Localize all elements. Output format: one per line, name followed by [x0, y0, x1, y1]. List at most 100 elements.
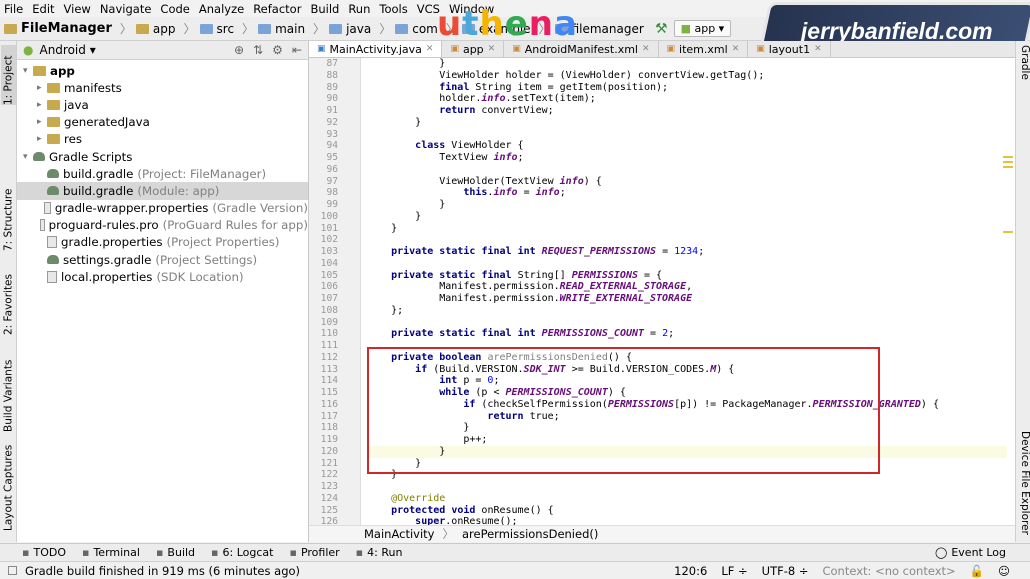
lock-icon[interactable]: 🔓 — [970, 564, 984, 578]
tool-tab-2-favorites[interactable]: 2: Favorites — [1, 263, 16, 335]
tool-window-4-run[interactable]: ▪ 4: Run — [356, 546, 403, 559]
code-line[interactable]: holder.info.setText(item); — [367, 93, 1007, 105]
tool-window-profiler[interactable]: ▪ Profiler — [289, 546, 339, 559]
menu-item-run[interactable]: Run — [348, 2, 370, 16]
file-encoding[interactable]: UTF-8 ÷ — [762, 564, 809, 578]
tree-item[interactable]: proguard-rules.pro (ProGuard Rules for ap… — [17, 217, 308, 234]
code-line[interactable] — [367, 317, 1007, 329]
tool-tab-gradle[interactable]: Gradle — [1017, 45, 1030, 95]
close-icon[interactable]: ✕ — [642, 44, 650, 54]
code-line[interactable]: private static final String[] PERMISSION… — [367, 270, 1007, 282]
chevron-right-icon[interactable]: ▸ — [37, 83, 47, 93]
code-line[interactable] — [367, 129, 1007, 141]
editor-tab[interactable]: ▣ layout1 ✕ — [748, 41, 831, 57]
tree-item[interactable]: ▸ res — [17, 131, 308, 148]
breadcrumb-item[interactable]: 〉 com — [375, 20, 438, 37]
gear-icon[interactable]: ⚙ — [272, 43, 283, 57]
breadcrumb-item[interactable]: 〉 src — [180, 20, 235, 37]
close-icon[interactable]: ✕ — [732, 44, 740, 54]
code-line[interactable] — [367, 164, 1007, 176]
code-line[interactable]: ViewHolder holder = (ViewHolder) convert… — [367, 70, 1007, 82]
menu-item-code[interactable]: Code — [160, 2, 189, 16]
code-line[interactable]: private static final int REQUEST_PERMISS… — [367, 246, 1007, 258]
menu-item-navigate[interactable]: Navigate — [100, 2, 152, 16]
tree-item[interactable]: local.properties (SDK Location) — [17, 268, 308, 285]
code-line[interactable]: ViewHolder(TextView info) { — [367, 176, 1007, 188]
breadcrumb-item[interactable]: 〉 main — [238, 20, 305, 37]
menu-item-refactor[interactable]: Refactor — [253, 2, 301, 16]
menu-item-edit[interactable]: Edit — [32, 2, 54, 16]
code-line[interactable]: private static final int PERMISSIONS_COU… — [367, 328, 1007, 340]
collapse-icon[interactable]: ⇅ — [253, 43, 263, 57]
code-line[interactable] — [367, 234, 1007, 246]
tool-window-build[interactable]: ▪ Build — [156, 546, 195, 559]
tool-window-terminal[interactable]: ▪ Terminal — [82, 546, 140, 559]
close-icon[interactable]: ✕ — [426, 44, 434, 54]
breadcrumb-method[interactable]: arePermissionsDenied() — [462, 527, 598, 541]
code-line[interactable]: Manifest.permission.WRITE_EXTERNAL_STORA… — [367, 293, 1007, 305]
tree-item[interactable]: ▸ manifests — [17, 79, 308, 96]
chevron-right-icon[interactable]: ▸ — [37, 134, 47, 144]
tree-item[interactable]: build.gradle (Module: app) — [17, 182, 308, 200]
close-icon[interactable]: ✕ — [488, 44, 496, 54]
tree-item[interactable]: gradle.properties (Project Properties) — [17, 234, 308, 251]
chevron-down-icon[interactable]: ▾ — [23, 152, 33, 162]
menu-item-tools[interactable]: Tools — [379, 2, 407, 16]
code-line[interactable]: } — [367, 211, 1007, 223]
code-line[interactable]: } — [367, 199, 1007, 211]
code-line[interactable] — [367, 258, 1007, 270]
tree-item[interactable]: ▾ app — [17, 62, 308, 79]
chevron-right-icon[interactable]: ▸ — [37, 117, 47, 127]
code-line[interactable]: protected void onResume() { — [367, 505, 1007, 517]
tool-tab-build-variants[interactable]: Build Variants — [1, 347, 16, 432]
tree-item[interactable]: ▸ generatedJava — [17, 114, 308, 131]
code-line[interactable]: } — [367, 223, 1007, 235]
tree-item[interactable]: ▾ Gradle Scripts — [17, 148, 308, 165]
tree-item[interactable]: settings.gradle (Project Settings) — [17, 251, 308, 268]
editor-tab[interactable]: ▣ app ✕ — [442, 41, 505, 57]
tool-tab-7-structure[interactable]: 7: Structure — [1, 181, 16, 251]
code-line[interactable]: TextView info; — [367, 152, 1007, 164]
editor-tab[interactable]: ▣ MainActivity.java ✕ — [309, 41, 443, 57]
hide-icon[interactable]: ⇤ — [292, 43, 302, 57]
breadcrumb-item[interactable]: 〉 app — [116, 20, 176, 37]
caret-position[interactable]: 120:6 — [674, 564, 707, 578]
code-line[interactable]: final String item = getItem(position); — [367, 82, 1007, 94]
tree-item[interactable]: ▸ java — [17, 96, 308, 113]
code-line[interactable]: }; — [367, 305, 1007, 317]
breadcrumb-project[interactable]: FileManager — [4, 21, 112, 36]
chevron-down-icon[interactable]: ▾ — [23, 66, 33, 76]
menu-item-analyze[interactable]: Analyze — [199, 2, 244, 16]
code-line[interactable]: super.onResume(); — [367, 516, 1007, 525]
code-line[interactable]: Manifest.permission.READ_EXTERNAL_STORAG… — [367, 281, 1007, 293]
editor-tab[interactable]: ▣ item.xml ✕ — [659, 41, 749, 57]
code-line[interactable]: this.info = info; — [367, 187, 1007, 199]
project-view-select[interactable]: Android ▾ — [39, 43, 95, 57]
code-line[interactable]: } — [367, 58, 1007, 70]
chevron-right-icon[interactable]: ▸ — [37, 100, 47, 110]
menu-item-view[interactable]: View — [64, 2, 91, 16]
tool-window-6-logcat[interactable]: ▪ 6: Logcat — [211, 546, 273, 559]
tool-tab-1-project[interactable]: 1: Project — [1, 45, 16, 105]
tool-window-todo[interactable]: ▪ TODO — [22, 546, 66, 559]
event-log-button[interactable]: ◯ Event Log — [935, 546, 1006, 559]
tree-item[interactable]: build.gradle (Project: FileManager) — [17, 165, 308, 182]
menu-item-build[interactable]: Build — [310, 2, 339, 16]
breadcrumb-item[interactable]: 〉 java — [309, 20, 371, 37]
tool-tab-layout-captures[interactable]: Layout Captures — [1, 443, 16, 531]
code-line[interactable] — [367, 481, 1007, 493]
line-separator[interactable]: LF ÷ — [721, 564, 747, 578]
tool-tab-device-file-explorer[interactable]: Device File Explorer — [1017, 431, 1030, 541]
code-line[interactable]: class ViewHolder { — [367, 140, 1007, 152]
tree-item[interactable]: gradle-wrapper.properties (Gradle Version… — [17, 200, 308, 217]
inspector-icon[interactable]: ☺ — [998, 564, 1010, 578]
run-config-select[interactable]: ■ app ▾ — [673, 20, 732, 37]
editor-tab[interactable]: ▣ AndroidManifest.xml ✕ — [504, 41, 659, 57]
breadcrumb-class[interactable]: MainActivity — [364, 527, 434, 541]
menu-item-file[interactable]: File — [4, 2, 23, 16]
code-line[interactable]: @Override — [367, 493, 1007, 505]
toggle-panels-icon[interactable] — [8, 566, 17, 575]
target-icon[interactable]: ⊕ — [234, 43, 244, 57]
hammer-icon[interactable]: ⚒ — [655, 21, 668, 37]
close-icon[interactable]: ✕ — [814, 44, 822, 54]
